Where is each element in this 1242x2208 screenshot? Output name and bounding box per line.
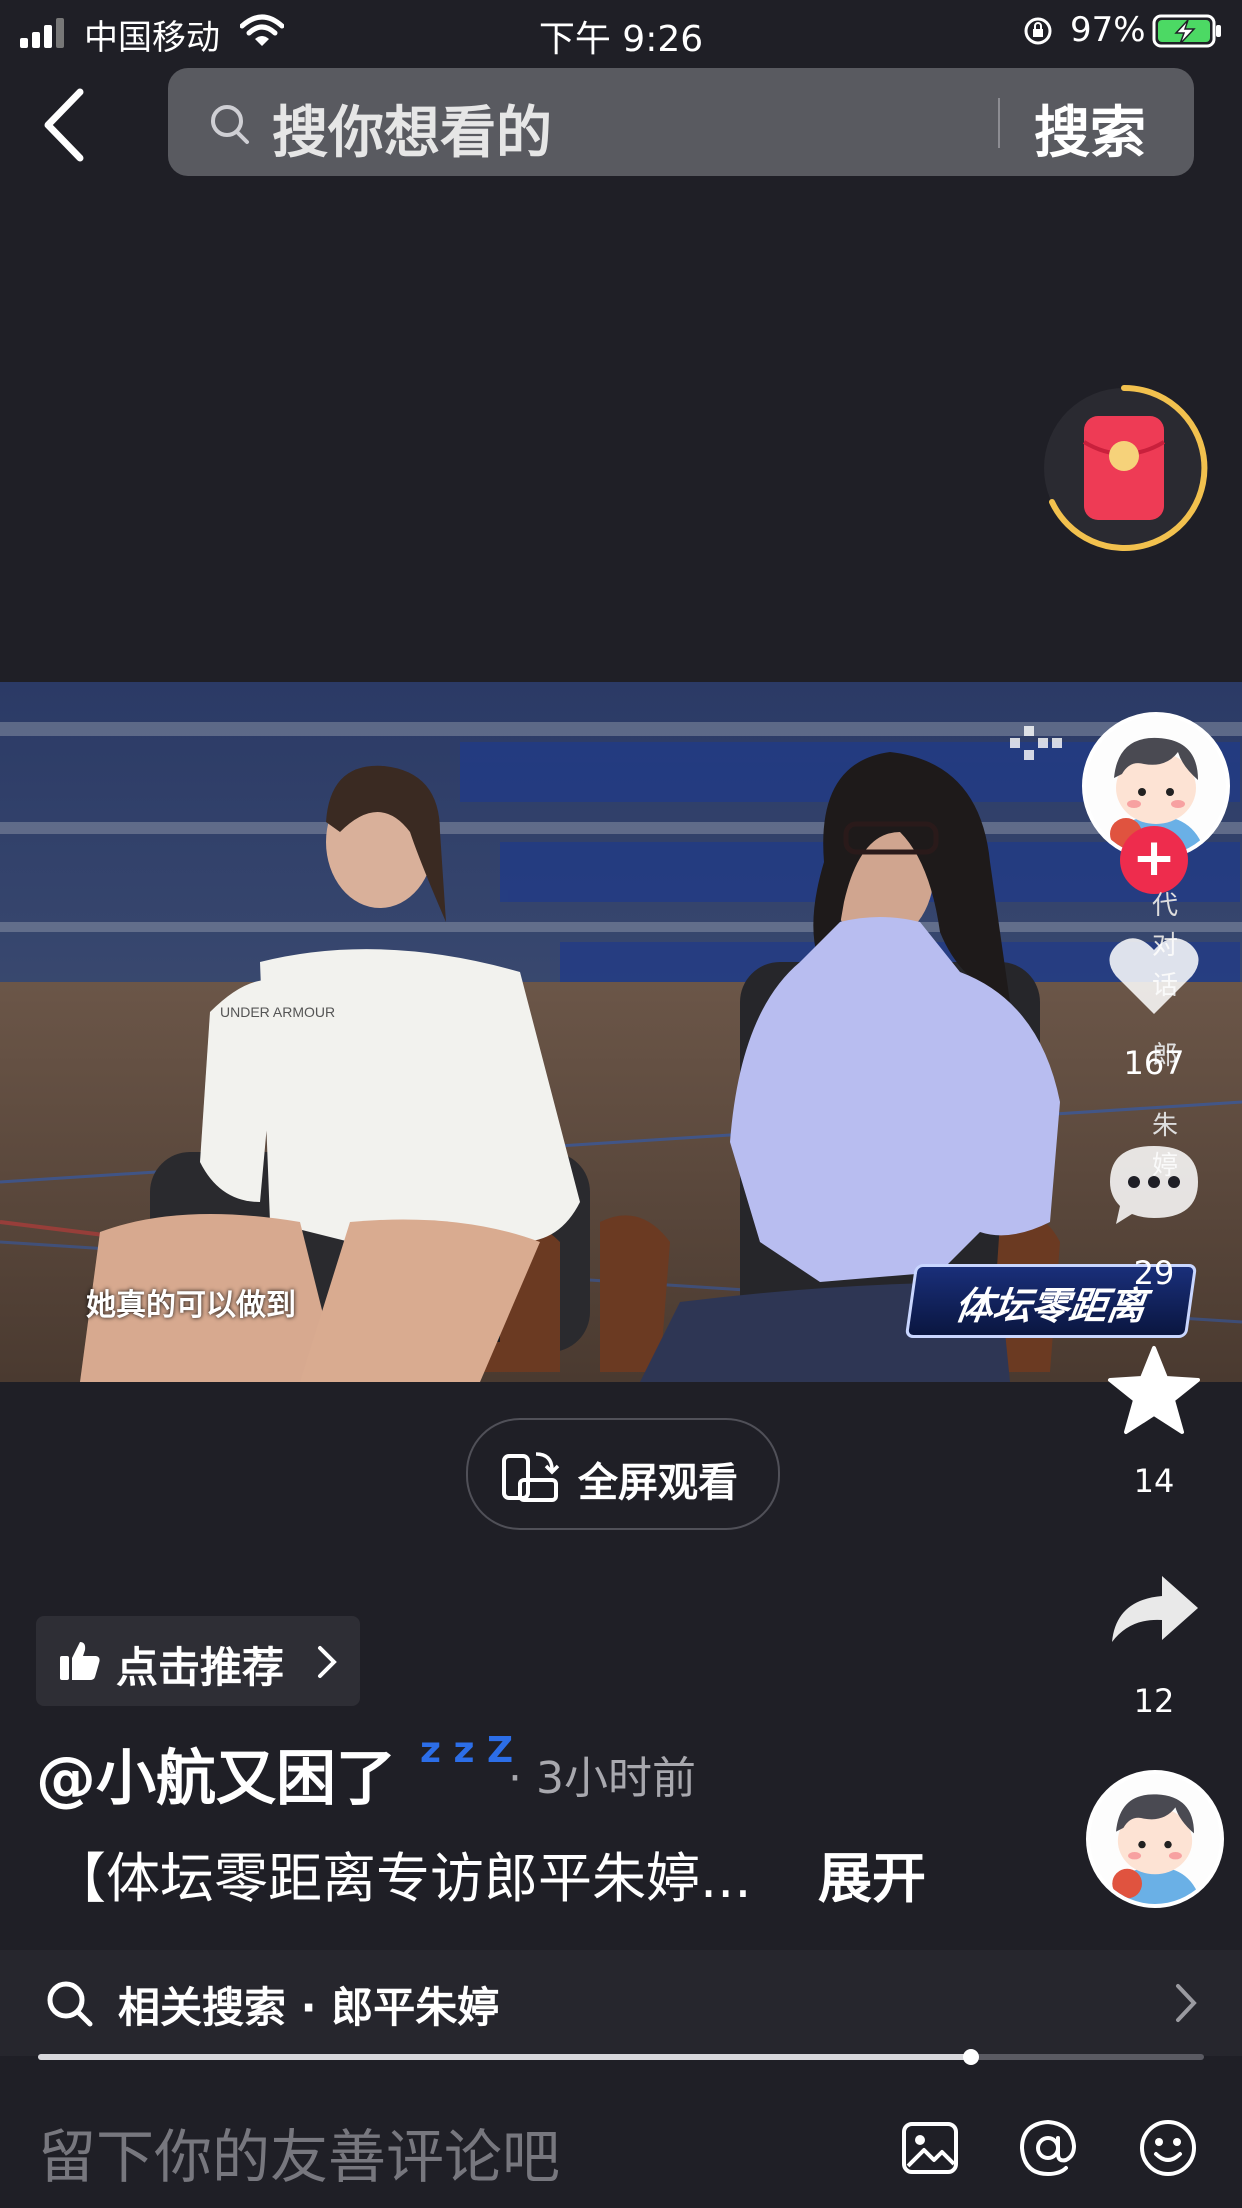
favorite-star-icon[interactable] (1106, 1344, 1202, 1436)
progress-knob[interactable] (962, 2049, 979, 2065)
related-search-label: 相关搜索 · 郎平朱婷 (118, 1983, 500, 2032)
side-caption-char: 代 (1151, 891, 1178, 921)
post-time: · 3小时前 (508, 1753, 696, 1804)
video-progress-bar[interactable] (38, 2049, 1204, 2065)
video-subtitle: 她真的可以做到 (86, 1288, 296, 1323)
post-description[interactable]: 【体坛零距离专访郎平朱婷... (52, 1834, 752, 1913)
mention-at-icon[interactable] (1016, 2116, 1080, 2180)
favorite-count: 14 (1133, 1462, 1175, 1500)
search-input[interactable]: 搜你想看的 (272, 88, 552, 169)
fullscreen-button[interactable]: 全屏观看 (466, 1418, 780, 1530)
fullscreen-label: 全屏观看 (578, 1460, 738, 1506)
recommend-button[interactable]: 点击推荐 (36, 1616, 360, 1706)
like-heart-icon[interactable] (1106, 930, 1202, 1020)
recommend-label: 点击推荐 (116, 1643, 285, 1692)
battery-percentage: 97% (1070, 10, 1146, 50)
search-icon (211, 105, 249, 144)
music-avatar-illustration (1090, 1774, 1220, 1904)
follow-button[interactable]: + (1120, 826, 1188, 894)
comment-count: 29 (1133, 1254, 1175, 1292)
share-arrow-icon[interactable] (1106, 1570, 1202, 1650)
battery-charging-icon (1152, 14, 1221, 48)
comment-input[interactable]: 留下你的友善评论吧 (38, 2110, 560, 2194)
search-icon (47, 1981, 93, 2027)
progress-fill (38, 2054, 971, 2060)
thumbs-up-icon (60, 1642, 100, 1680)
status-bar: 中国移动 下午 9:26 97% (0, 0, 1242, 62)
red-packet-icon[interactable] (1038, 382, 1210, 554)
comment-bubble-icon[interactable] (1106, 1140, 1202, 1230)
chevron-right-icon (318, 1646, 337, 1678)
emoji-smile-icon[interactable] (1136, 2116, 1200, 2180)
related-search-bar[interactable]: 相关搜索 · 郎平朱婷 (0, 1950, 1242, 2056)
chevron-right-icon (1176, 1984, 1197, 2022)
rotation-lock-icon (1024, 17, 1052, 45)
search-divider (998, 98, 1000, 148)
rotate-phone-icon (502, 1452, 560, 1502)
like-count: 167 (1123, 1044, 1185, 1082)
search-button[interactable]: 搜索 (1034, 88, 1146, 169)
author-name[interactable]: @小航又困了 (36, 1730, 396, 1817)
back-arrow-icon[interactable] (30, 80, 100, 170)
expand-link[interactable]: 展开 (818, 1834, 926, 1913)
music-disc-avatar[interactable] (1086, 1770, 1224, 1908)
clock: 下午 9:26 (538, 19, 704, 60)
search-bar[interactable]: 搜你想看的 搜索 (168, 68, 1194, 176)
image-icon[interactable] (898, 2116, 962, 2180)
follow-plus-label: + (1132, 828, 1176, 888)
share-count: 12 (1133, 1682, 1175, 1720)
jersey-brand-text: UNDER ARMOUR (220, 1004, 335, 1020)
sleepy-zzz-emoji: z z Z (420, 1730, 514, 1771)
